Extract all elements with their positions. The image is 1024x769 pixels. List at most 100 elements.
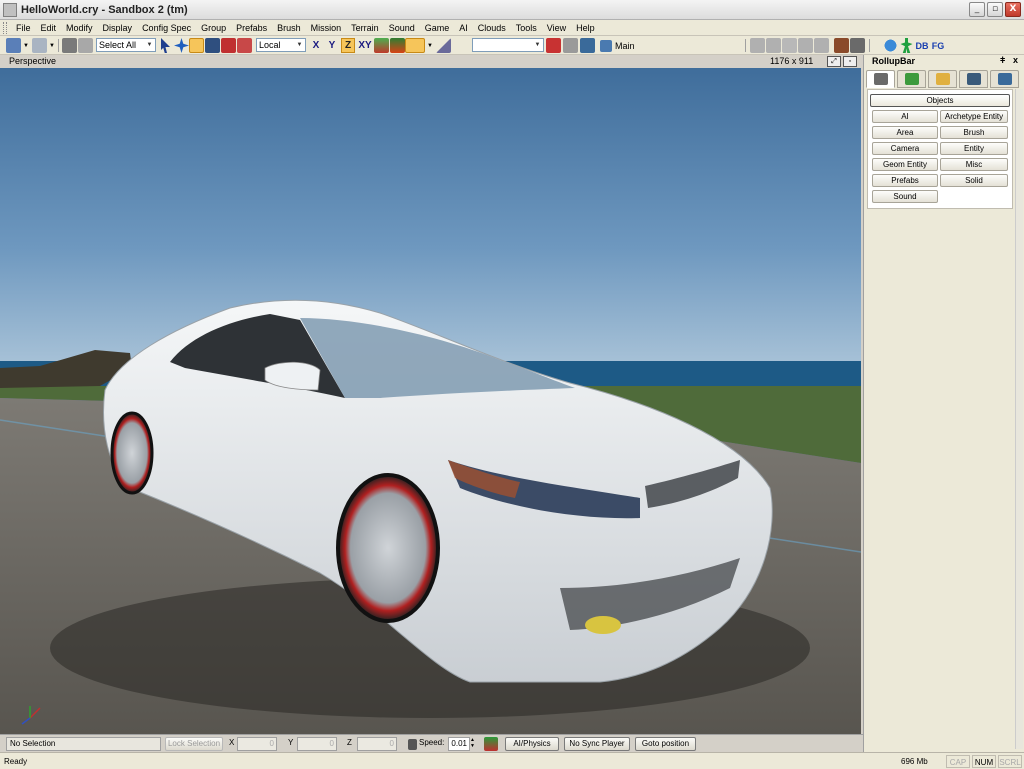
z-position-field[interactable]: 0	[357, 737, 397, 751]
menu-ai[interactable]: AI	[454, 20, 473, 36]
tab-objects[interactable]	[866, 70, 895, 88]
object-brush-button[interactable]: Brush	[940, 126, 1008, 139]
maximize-button[interactable]: ▫	[987, 2, 1003, 17]
x-position-field[interactable]: 0	[237, 737, 277, 751]
speed-label: Speed:	[419, 738, 445, 747]
object-misc-button[interactable]: Misc	[940, 158, 1008, 171]
menu-display[interactable]: Display	[98, 20, 138, 36]
axis-x-button[interactable]: X	[309, 38, 323, 53]
object-prefabs-button[interactable]: Prefabs	[872, 174, 938, 187]
select-terrain-icon[interactable]	[221, 38, 236, 53]
object-geom-entity-button[interactable]: Geom Entity	[872, 158, 938, 171]
memory-usage: 696 Mb	[901, 757, 928, 766]
undo-icon[interactable]	[6, 38, 21, 53]
redo-icon[interactable]	[32, 38, 47, 53]
menu-prefabs[interactable]: Prefabs	[231, 20, 272, 36]
lock-selection-button[interactable]: Lock Selection	[165, 737, 223, 751]
viewport-title[interactable]: Perspective	[9, 55, 56, 68]
menu-modify[interactable]: Modify	[61, 20, 98, 36]
database-button[interactable]: DB	[914, 38, 930, 53]
object-icon[interactable]	[750, 38, 765, 53]
menu-group[interactable]: Group	[196, 20, 231, 36]
rollup-close-icon[interactable]: x	[1013, 55, 1018, 65]
layer-filter-combo[interactable]: ▼	[472, 38, 544, 52]
link-icon[interactable]	[62, 38, 77, 53]
object-sound-button[interactable]: Sound	[872, 190, 938, 203]
close-button[interactable]: X	[1005, 2, 1021, 17]
tab-modify[interactable]	[928, 70, 957, 88]
unlink-icon[interactable]	[78, 38, 93, 53]
layers-icon[interactable]	[580, 38, 595, 53]
angle-snap-icon[interactable]	[436, 38, 451, 53]
rotate-icon[interactable]	[189, 38, 204, 53]
axis-y-button[interactable]: Y	[325, 38, 339, 53]
menu-clouds[interactable]: Clouds	[473, 20, 511, 36]
character-icon[interactable]	[900, 38, 913, 53]
no-sync-player-button[interactable]: No Sync Player	[564, 737, 630, 751]
snap-to-objects-icon[interactable]	[390, 38, 405, 53]
current-layer-button[interactable]: Main	[600, 38, 640, 53]
menu-terrain[interactable]: Terrain	[346, 20, 384, 36]
display-tab-icon	[966, 73, 981, 85]
redo-dropdown-icon[interactable]: ▼	[48, 38, 56, 53]
y-position-field[interactable]: 0	[297, 737, 337, 751]
move-icon[interactable]	[174, 38, 189, 53]
snap-icon[interactable]	[237, 38, 252, 53]
viewport-restore-icon[interactable]: ▫	[843, 56, 857, 67]
menu-sound[interactable]: Sound	[384, 20, 420, 36]
flowgraph-button[interactable]: FG	[930, 38, 946, 53]
grid-view-icon[interactable]	[782, 38, 797, 53]
undo-dropdown-icon[interactable]: ▼	[22, 38, 30, 53]
pin-icon[interactable]: ǂ	[1000, 55, 1005, 65]
record-icon[interactable]	[484, 737, 498, 751]
menu-file[interactable]: File	[11, 20, 36, 36]
ai-physics-button[interactable]: AI/Physics	[505, 737, 559, 751]
object-area-button[interactable]: Area	[872, 126, 938, 139]
menu-game[interactable]: Game	[420, 20, 455, 36]
axis-xy-button[interactable]: XY	[357, 38, 373, 53]
tab-display[interactable]	[959, 70, 988, 88]
speed-field[interactable]: 0.01	[448, 737, 470, 751]
list-view-icon[interactable]	[798, 38, 813, 53]
menu-view[interactable]: View	[542, 20, 571, 36]
tab-terrain[interactable]	[897, 70, 926, 88]
wireframe-icon[interactable]	[814, 38, 829, 53]
object-ai-button[interactable]: AI	[872, 110, 938, 123]
viewport-expand-icon[interactable]: ⤢	[827, 56, 841, 67]
menu-mission[interactable]: Mission	[306, 20, 347, 36]
group-icon[interactable]	[766, 38, 781, 53]
goto-position-button[interactable]: Goto position	[635, 737, 696, 751]
lock-icon[interactable]	[408, 739, 417, 750]
selection-combo[interactable]: Select All ▼	[96, 38, 156, 52]
object-entity-button[interactable]: Entity	[940, 142, 1008, 155]
menu-grip[interactable]	[3, 21, 7, 34]
menu-config-spec[interactable]: Config Spec	[137, 20, 196, 36]
layer-settings-icon[interactable]	[563, 38, 578, 53]
perspective-viewport[interactable]	[0, 68, 861, 734]
scale-icon[interactable]	[205, 38, 220, 53]
delete-selection-icon[interactable]	[546, 38, 561, 53]
menu-bar: File Edit Modify Display Config Spec Gro…	[0, 20, 1024, 36]
objects-header-button[interactable]: Objects	[870, 94, 1010, 107]
rollup-scrollbar[interactable]	[1015, 89, 1023, 749]
speed-spinner[interactable]: ▲ ▼	[470, 737, 478, 751]
select-arrow-icon[interactable]	[161, 38, 170, 53]
grid-dropdown-icon[interactable]: ▼	[426, 38, 434, 53]
object-solid-button[interactable]: Solid	[940, 174, 1008, 187]
camera-icon[interactable]	[834, 38, 849, 53]
tab-layers[interactable]	[990, 70, 1019, 88]
axis-z-button[interactable]: Z	[341, 38, 355, 53]
menu-brush[interactable]: Brush	[272, 20, 306, 36]
menu-edit[interactable]: Edit	[36, 20, 62, 36]
display-icon[interactable]	[850, 38, 865, 53]
window-title: HelloWorld.cry - Sandbox 2 (tm)	[21, 3, 188, 16]
coordinate-system-combo[interactable]: Local ▼	[256, 38, 306, 52]
menu-tools[interactable]: Tools	[511, 20, 542, 36]
menu-help[interactable]: Help	[571, 20, 600, 36]
object-camera-button[interactable]: Camera	[872, 142, 938, 155]
object-archetype-entity-button[interactable]: Archetype Entity	[940, 110, 1008, 123]
terrain-follow-icon[interactable]	[374, 38, 389, 53]
minimize-button[interactable]: _	[969, 2, 985, 17]
grid-icon[interactable]	[405, 38, 425, 53]
ai-point-icon[interactable]	[883, 38, 898, 53]
